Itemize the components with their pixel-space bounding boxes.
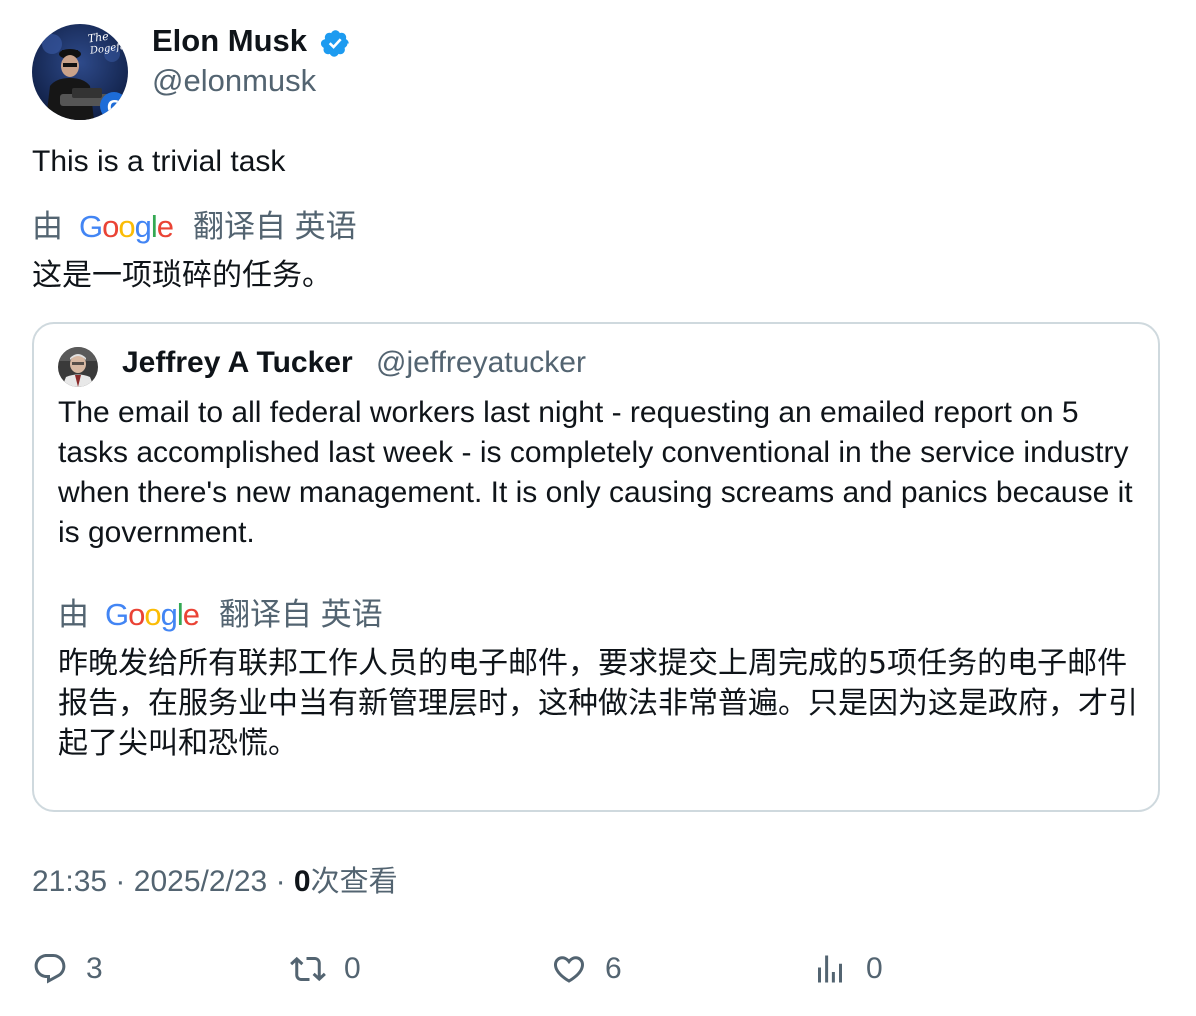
- translation-prefix: 由: [32, 209, 63, 244]
- repost-count: 0: [344, 952, 361, 985]
- quoted-translation-attribution: 由 Google 翻译自 英语: [58, 596, 383, 634]
- tweet-translated-text: 这是一项琐碎的任务。: [32, 258, 332, 293]
- verified-badge-icon[interactable]: [320, 28, 351, 59]
- tweet-date[interactable]: 2025/2/23: [134, 865, 267, 898]
- analytics-icon: [818, 955, 842, 983]
- like-count: 6: [605, 952, 622, 985]
- views-count: 0: [293, 865, 311, 898]
- meta-separator: ·: [115, 865, 126, 898]
- quoted-translation-suffix: 翻译自 英语: [219, 597, 383, 632]
- like-button[interactable]: 6: [551, 950, 622, 988]
- reply-icon: [34, 954, 66, 984]
- author-handle[interactable]: @elonmusk: [152, 62, 316, 100]
- avatar-image: The Dogefa C: [32, 24, 128, 120]
- tweet-time[interactable]: 21:35: [32, 865, 107, 898]
- quoted-author-avatar[interactable]: [58, 347, 98, 387]
- svg-text:C: C: [107, 97, 121, 119]
- google-logo: Google: [79, 209, 174, 244]
- quoted-avatar-image: [58, 347, 98, 387]
- reply-button[interactable]: 3: [32, 950, 103, 988]
- quoted-google-logo: Google: [105, 597, 200, 632]
- reply-count: 3: [86, 952, 103, 985]
- meta-separator-2: ·: [275, 865, 286, 898]
- quoted-translated-text: 昨晚发给所有联邦工作人员的电子邮件，要求提交上周完成的5项任务的电子邮件报告，在…: [58, 646, 1138, 761]
- views-label: 次查看: [310, 864, 398, 898]
- author-name[interactable]: Elon Musk: [152, 22, 307, 60]
- analytics-count: 0: [866, 952, 883, 985]
- translation-attribution: 由 Google 翻译自 英语: [32, 208, 357, 246]
- repost-button[interactable]: 0: [290, 950, 361, 988]
- analytics-button[interactable]: 0: [812, 950, 883, 988]
- repost-icon: [290, 956, 326, 982]
- quoted-translation-prefix: 由: [58, 597, 89, 632]
- quoted-author-name[interactable]: Jeffrey A Tucker: [122, 344, 353, 382]
- like-icon: [553, 956, 585, 983]
- quoted-tweet-text: The email to all federal workers last ni…: [58, 396, 1133, 549]
- quoted-author-handle[interactable]: @jeffreyatucker: [376, 344, 586, 382]
- translation-suffix: 翻译自 英语: [193, 209, 357, 244]
- tweet-text: This is a trivial task: [32, 145, 286, 178]
- tweet-meta: 21:35 · 2025/2/23 · 0次查看: [32, 862, 398, 901]
- author-avatar[interactable]: The Dogefa C: [32, 24, 128, 120]
